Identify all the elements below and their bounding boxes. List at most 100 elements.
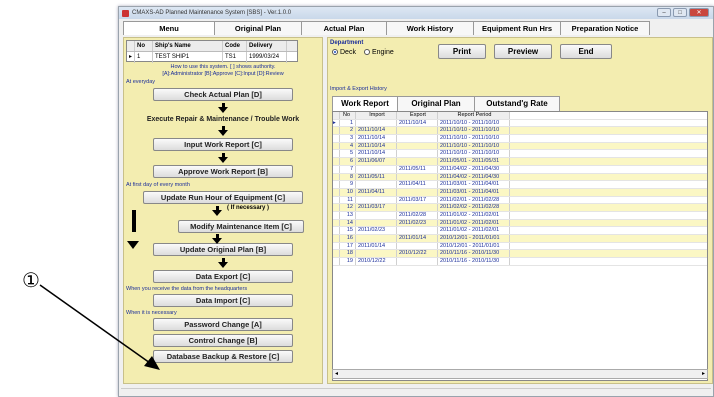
- table-row[interactable]: 12 2011/03/17 2011/02/02 - 2011/02/28: [333, 204, 707, 212]
- minimize-button[interactable]: –: [657, 8, 671, 17]
- table-row[interactable]: ▸ 1 2011/10/14 2011/10/10 - 2011/10/10: [333, 119, 707, 128]
- end-button[interactable]: End: [560, 44, 612, 59]
- down-arrow-icon: [218, 258, 228, 268]
- update-run-hour-button[interactable]: Update Run Hour of Equipment [C]: [143, 191, 303, 204]
- control-change-button[interactable]: Control Change [B]: [153, 334, 293, 347]
- radio-engine[interactable]: Engine: [363, 49, 394, 56]
- tab-equipment-run-hrs[interactable]: Equipment Run Hrs: [473, 21, 561, 35]
- radio-deck[interactable]: Deck: [332, 49, 356, 56]
- table-row[interactable]: 4 2011/10/14 2011/10/10 - 2011/10/10: [333, 142, 707, 151]
- section-receive: When you receive the data from the headq…: [126, 286, 248, 292]
- history-grid[interactable]: No Import Export Report Period ▸ 1 2011/10…: [332, 111, 708, 381]
- data-import-button[interactable]: Data Import [C]: [153, 294, 293, 307]
- approve-work-report-button[interactable]: Approve Work Report [B]: [153, 165, 293, 178]
- tab-actual-plan[interactable]: Actual Plan: [301, 21, 387, 35]
- table-cell: [397, 173, 438, 181]
- tab-preparation-notice[interactable]: Preparation Notice: [560, 21, 650, 35]
- department-radio-group: Deck Engine: [332, 49, 394, 56]
- table-row[interactable]: 3 2011/10/14 2011/10/10 - 2011/10/10: [333, 135, 707, 143]
- tab-menu[interactable]: Menu: [123, 21, 215, 35]
- tab-original-plan[interactable]: Original Plan: [214, 21, 302, 35]
- row-header-cell: [333, 211, 340, 219]
- table-cell: 16: [340, 235, 356, 242]
- table-cell: 2010/12/22: [397, 250, 438, 258]
- down-arrow-icon: [127, 241, 139, 249]
- database-backup-restore-button[interactable]: Database Backup & Restore [C]: [153, 350, 293, 363]
- table-row[interactable]: 14 2011/02/23 2011/01/02 - 2011/02/01: [333, 219, 707, 228]
- row-header-cell: [333, 127, 340, 135]
- table-cell: [397, 135, 438, 142]
- table-cell: 2011/01/02 - 2011/02/01: [438, 227, 510, 234]
- table-cell: [356, 181, 397, 188]
- app-icon: [122, 9, 129, 17]
- col-delivery: Delivery: [247, 41, 287, 51]
- down-arrow-icon: [212, 206, 222, 216]
- table-row[interactable]: 11 2011/03/17 2011/02/01 - 2011/02/28: [333, 196, 707, 205]
- preview-button[interactable]: Preview: [494, 44, 552, 59]
- table-cell: 8: [340, 173, 356, 181]
- table-cell: 2010/11/16 - 2010/11/30: [438, 258, 510, 265]
- ship-table[interactable]: No Ship's Name Code Delivery ▸ 1 TEST SH…: [126, 40, 298, 63]
- table-cell: 2011/10/14: [356, 127, 397, 135]
- table-cell: 2011/02/02 - 2011/02/28: [438, 204, 510, 211]
- table-row[interactable]: 5 2011/10/14 2011/10/10 - 2011/10/10: [333, 150, 707, 159]
- radio-selected-icon: [332, 49, 338, 56]
- table-cell: 2011/01/02 - 2011/02/01: [438, 211, 510, 219]
- update-original-plan-button[interactable]: Update Original Plan [B]: [153, 243, 293, 256]
- row-header-cell: [333, 235, 340, 242]
- status-bar: [121, 388, 711, 396]
- print-button[interactable]: Print: [438, 44, 486, 59]
- table-row[interactable]: 19 2010/12/22 2010/11/16 - 2010/11/30: [333, 258, 707, 266]
- history-label: Import & Export History: [330, 86, 387, 92]
- grid-header: No Import Export Report Period: [333, 112, 707, 120]
- row-header-cell: [333, 219, 340, 227]
- table-cell: [356, 211, 397, 219]
- table-row[interactable]: 7 2011/05/11 2011/04/02 - 2011/04/30: [333, 165, 707, 174]
- col-code: Code: [223, 41, 247, 51]
- menu-panel: No Ship's Name Code Delivery ▸ 1 TEST SH…: [123, 37, 323, 384]
- table-cell: 4: [340, 142, 356, 150]
- table-row[interactable]: 18 2010/12/22 2010/11/16 - 2010/11/30: [333, 250, 707, 259]
- table-cell: 2011/02/23: [397, 219, 438, 227]
- table-cell: 2011/06/07: [356, 158, 397, 165]
- check-actual-plan-button[interactable]: Check Actual Plan [D]: [153, 88, 293, 101]
- tab-work-report[interactable]: Work Report: [332, 96, 398, 111]
- row-header-cell: [333, 135, 340, 142]
- data-export-button[interactable]: Data Export [C]: [153, 270, 293, 283]
- table-row[interactable]: 17 2011/01/14 2010/12/01 - 2011/01/01: [333, 242, 707, 251]
- table-row[interactable]: 15 2011/02/23 2011/01/02 - 2011/02/01: [333, 227, 707, 235]
- tab-work-history[interactable]: Work History: [386, 21, 474, 35]
- table-cell: 2011/10/10 - 2011/10/10: [438, 135, 510, 142]
- tab-outstanding-rate[interactable]: Outstand'g Rate: [474, 96, 560, 111]
- table-row[interactable]: 13 2011/02/28 2011/01/02 - 2011/02/01: [333, 211, 707, 220]
- password-change-button[interactable]: Password Change [A]: [153, 318, 293, 331]
- table-cell: 11: [340, 196, 356, 204]
- scroll-left-icon[interactable]: ◂: [335, 370, 338, 378]
- table-row[interactable]: 2 2011/10/14 2011/10/10 - 2011/10/10: [333, 127, 707, 136]
- row-pointer-icon: ▸: [333, 119, 340, 127]
- table-cell: [397, 258, 438, 265]
- table-row[interactable]: 10 2011/04/11 2011/03/01 - 2011/04/01: [333, 188, 707, 197]
- down-arrow-icon: [218, 126, 228, 136]
- ship-row[interactable]: ▸ 1 TEST SHIP1 TS1 1999/03/24: [127, 52, 297, 63]
- horizontal-scrollbar[interactable]: ◂ ▸: [332, 369, 708, 379]
- table-row[interactable]: 6 2011/06/07 2011/05/01 - 2011/05/31: [333, 158, 707, 166]
- scroll-right-icon[interactable]: ▸: [702, 370, 705, 378]
- table-row[interactable]: 16 2011/01/14 2010/12/01 - 2011/01/01: [333, 235, 707, 243]
- close-button[interactable]: ✕: [689, 8, 709, 17]
- table-cell: 6: [340, 158, 356, 165]
- input-work-report-button[interactable]: Input Work Report [C]: [153, 138, 293, 151]
- table-row[interactable]: 9 2011/04/11 2011/03/01 - 2011/04/01: [333, 181, 707, 189]
- table-row[interactable]: 8 2011/05/11 2011/04/02 - 2011/04/30: [333, 173, 707, 182]
- tab-history-original-plan[interactable]: Original Plan: [397, 96, 475, 111]
- table-cell: 9: [340, 181, 356, 188]
- table-cell: [397, 150, 438, 158]
- table-cell: 2011/04/11: [356, 188, 397, 196]
- maximize-button[interactable]: □: [673, 8, 687, 17]
- section-necessary: When it is necessary: [126, 310, 177, 316]
- table-cell: 2010/12/01 - 2011/01/01: [438, 235, 510, 242]
- table-cell: 2011/03/17: [356, 204, 397, 211]
- execute-work-text: Execute Repair & Maintenance / Trouble W…: [146, 116, 300, 123]
- table-cell: 2011/10/10 - 2011/10/10: [438, 119, 510, 127]
- table-cell: [356, 219, 397, 227]
